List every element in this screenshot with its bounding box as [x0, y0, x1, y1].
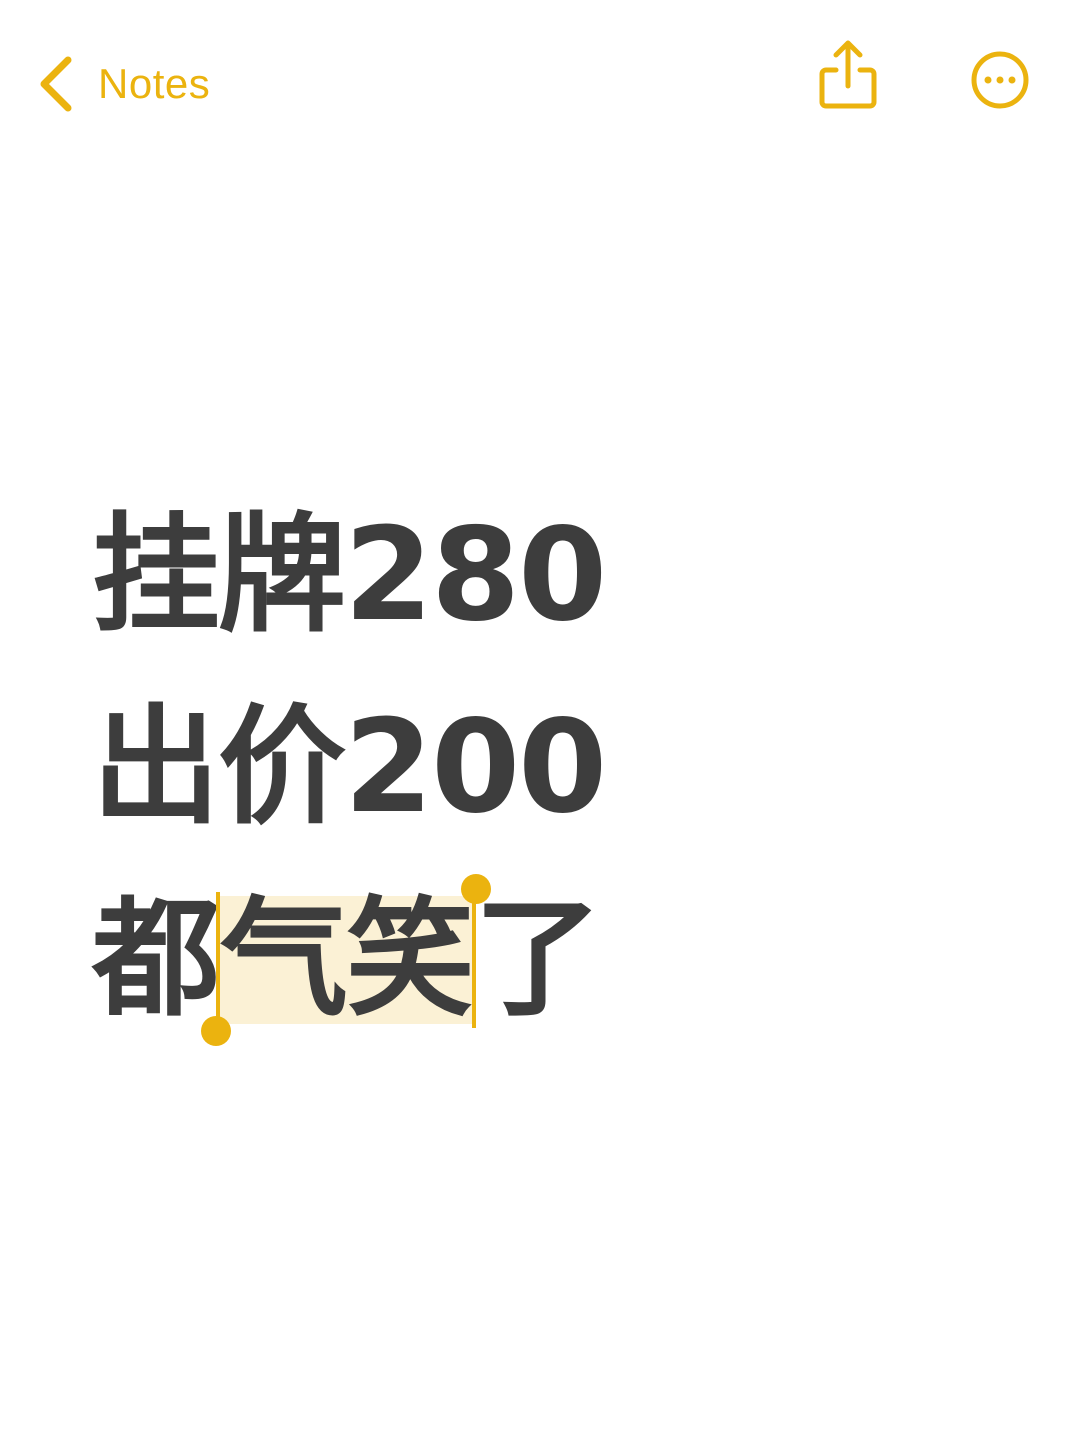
- back-button[interactable]: Notes: [36, 48, 210, 120]
- note-line-1[interactable]: 挂牌280: [92, 480, 992, 672]
- selected-text-content: 气笑: [220, 885, 474, 1034]
- selection-end-knob[interactable]: [461, 874, 492, 904]
- text-before-selection: 都: [92, 885, 220, 1034]
- selection-end-handle[interactable]: [461, 874, 492, 1028]
- ellipsis-circle-icon: [971, 51, 1029, 109]
- note-body[interactable]: 挂牌280 出价200 都气笑了: [92, 480, 992, 1056]
- note-line-2[interactable]: 出价200: [92, 672, 992, 864]
- more-options-button[interactable]: [964, 44, 1036, 116]
- navigation-bar: Notes: [0, 0, 1080, 160]
- text-after-selection: 了: [474, 885, 602, 1034]
- selected-text[interactable]: 气笑: [201, 874, 492, 1046]
- back-label: Notes: [98, 60, 211, 107]
- share-button[interactable]: [812, 36, 884, 116]
- note-line-3[interactable]: 都气笑了: [92, 864, 992, 1056]
- share-icon: [819, 40, 877, 109]
- chevron-left-icon: [40, 56, 72, 112]
- selection-start-knob[interactable]: [201, 1016, 232, 1046]
- selection-start-handle[interactable]: [201, 892, 232, 1046]
